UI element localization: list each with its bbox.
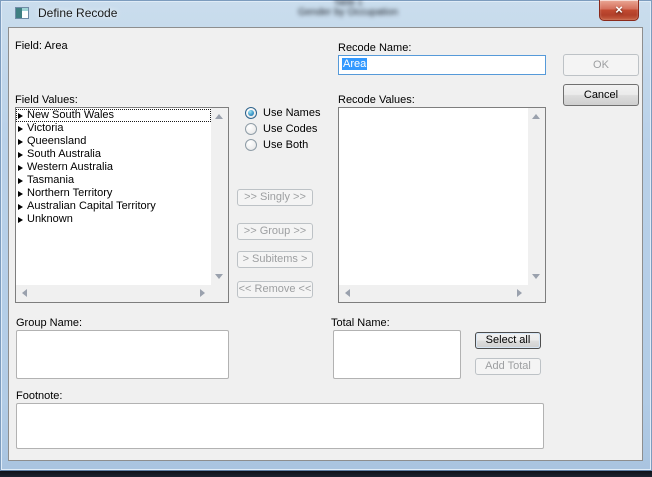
- add-total-button[interactable]: Add Total: [475, 358, 541, 375]
- background-window-title: Table 1 Gender by Occupation: [238, 0, 458, 19]
- group-name-label: Group Name:: [16, 317, 82, 329]
- footnote-input[interactable]: [16, 403, 544, 449]
- dialog-icon: [15, 7, 29, 19]
- footnote-label: Footnote:: [16, 390, 62, 402]
- recode-values-horizontal-scrollbar[interactable]: [339, 285, 528, 302]
- dialog-titlebar[interactable]: Table 1 Gender by Occupation Define Reco…: [8, 0, 643, 27]
- remove-button[interactable]: << Remove <<: [237, 281, 313, 298]
- field-value-label: Victoria: [27, 122, 63, 135]
- item-marker-icon: [18, 152, 23, 158]
- recode-name-label: Recode Name:: [338, 42, 411, 54]
- close-button[interactable]: ×: [599, 0, 639, 21]
- field-label: Field: Area: [15, 40, 68, 52]
- field-values-horizontal-scrollbar[interactable]: [16, 285, 211, 302]
- recode-values-label: Recode Values:: [338, 94, 415, 106]
- background-window-edge: [0, 471, 652, 477]
- field-value-item[interactable]: South Australia: [16, 148, 211, 161]
- dialog-body: Field: Area Recode Name: Area OK Cancel …: [8, 27, 643, 461]
- total-name-input[interactable]: [333, 330, 461, 379]
- scroll-left-icon[interactable]: [22, 289, 27, 297]
- field-value-label: South Australia: [27, 148, 101, 161]
- field-values-list: New South WalesVictoriaQueenslandSouth A…: [16, 108, 211, 285]
- scroll-down-icon[interactable]: [215, 274, 223, 279]
- item-marker-icon: [18, 178, 23, 184]
- scroll-right-icon[interactable]: [200, 289, 205, 297]
- field-value-item[interactable]: Victoria: [16, 122, 211, 135]
- item-marker-icon: [18, 165, 23, 171]
- radio-label: Use Both: [263, 139, 308, 151]
- item-marker-icon: [18, 126, 23, 132]
- radio-use-names[interactable]: Use Names: [245, 106, 320, 120]
- radio-use-codes[interactable]: Use Codes: [245, 122, 317, 136]
- cancel-button[interactable]: Cancel: [563, 84, 639, 106]
- recode-values-vertical-scrollbar[interactable]: [528, 108, 545, 285]
- scroll-up-icon[interactable]: [215, 114, 223, 119]
- subitems-button[interactable]: > Subitems >: [237, 251, 313, 268]
- field-value-label: New South Wales: [27, 109, 114, 122]
- recode-values-listbox[interactable]: [338, 107, 546, 303]
- radio-icon: [245, 107, 257, 119]
- field-value-item[interactable]: Northern Territory: [16, 187, 211, 200]
- scroll-left-icon[interactable]: [345, 289, 350, 297]
- item-marker-icon: [18, 191, 23, 197]
- radio-label: Use Codes: [263, 123, 317, 135]
- scroll-right-icon[interactable]: [517, 289, 522, 297]
- field-value-item[interactable]: Australian Capital Territory: [16, 200, 211, 213]
- recode-name-input[interactable]: Area: [338, 55, 546, 75]
- field-value-label: Northern Territory: [27, 187, 112, 200]
- field-values-vertical-scrollbar[interactable]: [211, 108, 228, 285]
- scroll-down-icon[interactable]: [532, 274, 540, 279]
- field-value-label: Tasmania: [27, 174, 74, 187]
- field-value-label: Unknown: [27, 213, 73, 226]
- field-value-item[interactable]: Unknown: [16, 213, 211, 226]
- field-value-label: Australian Capital Territory: [27, 200, 156, 213]
- field-value-item[interactable]: New South Wales: [16, 109, 211, 122]
- item-marker-icon: [18, 113, 23, 119]
- field-value-label: Queensland: [27, 135, 86, 148]
- item-marker-icon: [18, 139, 23, 145]
- total-name-label: Total Name:: [331, 317, 390, 329]
- singly-button[interactable]: >> Singly >>: [237, 189, 313, 206]
- select-all-button[interactable]: Select all: [475, 332, 541, 349]
- field-value-item[interactable]: Tasmania: [16, 174, 211, 187]
- close-icon: ×: [615, 2, 623, 17]
- radio-icon: [245, 123, 257, 135]
- radio-icon: [245, 139, 257, 151]
- scroll-up-icon[interactable]: [532, 114, 540, 119]
- scrollbar-corner: [211, 285, 228, 302]
- field-values-listbox[interactable]: New South WalesVictoriaQueenslandSouth A…: [15, 107, 229, 303]
- ok-button[interactable]: OK: [563, 54, 639, 76]
- field-values-label: Field Values:: [15, 94, 78, 106]
- field-value-item[interactable]: Western Australia: [16, 161, 211, 174]
- dialog-title: Define Recode: [38, 6, 117, 20]
- recode-values-list: [339, 108, 528, 285]
- field-value-item[interactable]: Queensland: [16, 135, 211, 148]
- item-marker-icon: [18, 217, 23, 223]
- group-button[interactable]: >> Group >>: [237, 223, 313, 240]
- recode-name-selected-text: Area: [342, 58, 367, 70]
- field-value-label: Western Australia: [27, 161, 113, 174]
- radio-label: Use Names: [263, 107, 320, 119]
- item-marker-icon: [18, 204, 23, 210]
- radio-use-both[interactable]: Use Both: [245, 138, 308, 152]
- group-name-input[interactable]: [16, 330, 229, 379]
- scrollbar-corner: [528, 285, 545, 302]
- screen: Table 1 Gender by Occupation Define Reco…: [0, 0, 652, 477]
